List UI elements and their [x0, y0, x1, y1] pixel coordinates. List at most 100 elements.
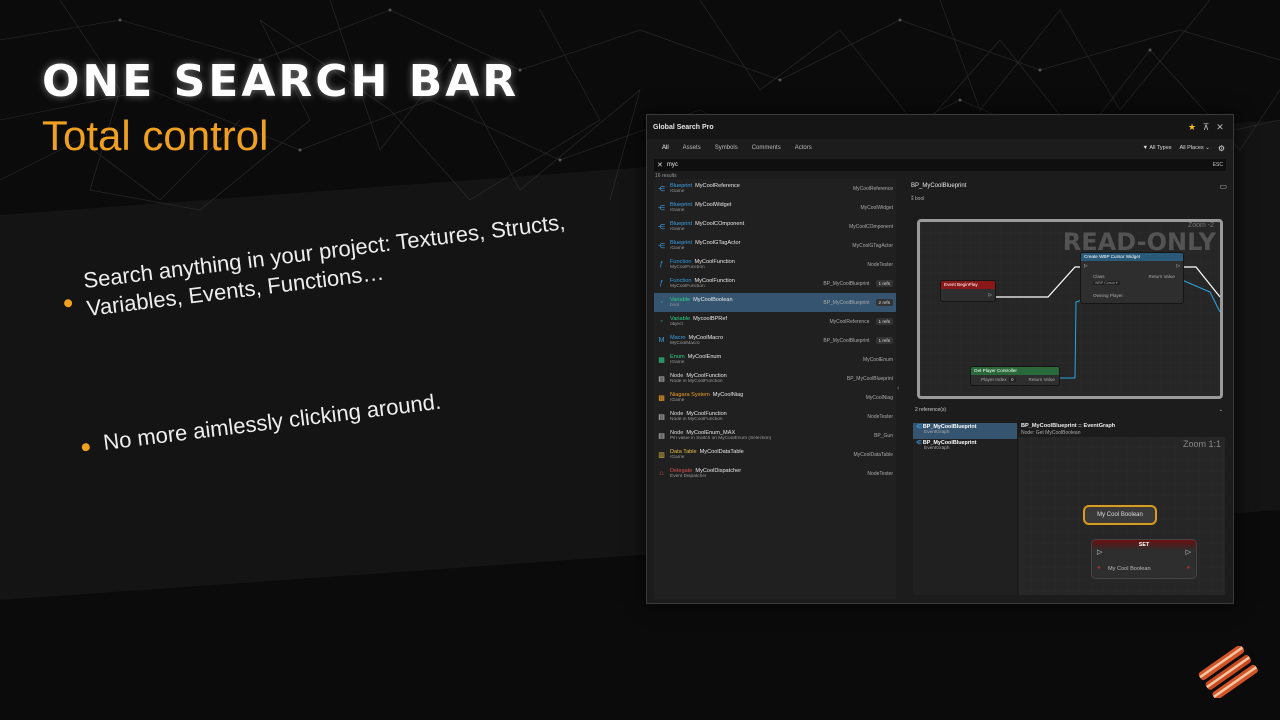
result-row[interactable]: ▤ Node MyCoolFunction Node in MyCoolFunctio… — [654, 407, 896, 426]
create-widget-node[interactable]: Create WBP Cursor Widget ▷ ▷ Class WBP C… — [1080, 252, 1184, 304]
blueprint-icon: ⋲ — [658, 185, 665, 193]
search-bar[interactable]: ✕ myc ESC — [654, 159, 1226, 171]
result-row[interactable]: ⋲ Blueprint MyCoolCOmponent/Game MyCoolCOmp… — [654, 217, 896, 236]
result-path: /Game — [670, 208, 685, 213]
place-filter-dropdown[interactable]: All Places ⌄ — [1180, 145, 1210, 151]
type-filter-dropdown[interactable]: ▼ All Types — [1143, 145, 1172, 151]
enum-icon: ▦ — [658, 356, 665, 364]
gear-icon[interactable]: ⚙ — [1218, 144, 1225, 153]
result-row[interactable]: ⋲ Blueprint MyCoolReference/Game MyCoolRefe… — [654, 179, 896, 198]
delegate-icon: ⌂ — [659, 470, 664, 477]
graph-preview[interactable]: READ-ONLY Zoom -2 Event BeginPlay ▷ Crea… — [917, 219, 1223, 399]
references-header[interactable]: 2 reference(s) ⌄ — [911, 405, 1227, 415]
reference-item[interactable]: ⋲ BP_MyCoolBlueprint EventGraph — [913, 423, 1017, 439]
result-text: Delegate MyCoolDispatcher Event Dispatcher — [670, 468, 863, 479]
exec-pin-icon: ▷ — [1097, 549, 1103, 556]
blueprint-icon: ⋲ — [658, 204, 665, 212]
blueprint-icon: ⋲ — [916, 424, 923, 430]
folder-icon[interactable]: ▭ — [1219, 182, 1227, 191]
result-row[interactable]: ▤ Node MyCoolFunction Node in MyCoolFunctio… — [654, 369, 896, 388]
get-player-controller-node[interactable]: Get Player Controller Player Index 0 Ret… — [970, 366, 1060, 386]
bullet-dot — [63, 298, 73, 308]
result-location: NodeTester — [867, 261, 893, 268]
result-path: Node in MyCoolFunction — [670, 379, 723, 384]
return-value-pin: Return Value — [1148, 274, 1175, 279]
reference-item[interactable]: ⋲ BP_MyCoolBlueprint EventGraph — [913, 439, 1017, 455]
close-icon[interactable]: ✕ — [1213, 122, 1227, 133]
result-row[interactable]: ▩ Niagara System MyCoolNiag/Game MyCoolNiag — [654, 388, 896, 407]
reference-graph: EventGraph — [924, 430, 950, 435]
result-path: Pin value in Switch on MyCoolEnum (Selec… — [670, 436, 772, 441]
result-path: /Game — [670, 455, 685, 460]
refs-badge[interactable]: 1 refs — [875, 337, 893, 344]
set-node-label: My Cool Boolean — [1108, 566, 1151, 572]
star-icon[interactable]: ★ — [1185, 122, 1199, 133]
filter-icon: ▼ — [1142, 145, 1149, 151]
result-name: MyCoolReference — [695, 183, 740, 189]
result-path: /Game — [670, 246, 685, 251]
node-icon: ▤ — [658, 375, 665, 383]
result-path: Event Dispatcher — [670, 474, 707, 479]
details-panel: BP_MyCoolBlueprint ▭ ⁑ bool READ-ONLY Zo… — [911, 179, 1227, 599]
node-title: Get Player Controller — [971, 367, 1059, 375]
place-filter-label: All Places — [1179, 145, 1204, 151]
result-location: NodeTester — [867, 470, 893, 477]
tab-all[interactable]: All — [655, 145, 676, 151]
player-index-pin: Player Index — [981, 377, 1007, 382]
result-location: BP_MyCoolBlueprint — [823, 337, 870, 344]
player-index-value[interactable]: 0 — [1009, 377, 1016, 382]
result-row[interactable]: ⋲ Blueprint MyCoolWidget/Game MyCoolWidget — [654, 198, 896, 217]
result-location: MyCoolReference — [829, 318, 870, 325]
reference-preview[interactable]: BP_MyCoolBlueprint :: EventGraph Node: G… — [1019, 423, 1225, 595]
result-row[interactable]: ⋲ Blueprint MyCoolGTagActor/Game MyCoolGTag… — [654, 236, 896, 255]
result-row[interactable]: M Macro MyCoolMacro MyCoolMacro BP_MyCoolBlu… — [654, 331, 896, 350]
window-titlebar[interactable]: Global Search Pro ★ ⊼ ✕ — [647, 115, 1233, 139]
bool-pin-icon: ● — [1097, 565, 1101, 571]
refs-badge[interactable]: 1 refs — [875, 318, 893, 325]
refs-badge[interactable]: 2 refs — [875, 299, 893, 306]
result-location: MyCoolNiag — [865, 394, 893, 401]
graph-zoom-label: Zoom -2 — [1187, 222, 1214, 229]
result-row[interactable]: ▥ Data Table MyCoolDataTable/Game MyCoolDat… — [654, 445, 896, 464]
result-name: MyCoolDataTable — [699, 449, 744, 455]
result-location: MyCoolGTagActor — [852, 242, 893, 249]
tab-actors[interactable]: Actors — [788, 145, 819, 151]
result-text: Node MyCoolFunction Node in MyCoolFunction — [670, 373, 843, 384]
result-text: Blueprint MyCoolGTagActor/Game — [670, 240, 848, 251]
preview-zoom-label: Zoom 1:1 — [1182, 439, 1221, 449]
search-tabs: All Assets Symbols Comments Actors ▼ All… — [647, 140, 1233, 156]
result-location: BP_Gun — [874, 432, 893, 439]
tab-comments[interactable]: Comments — [745, 145, 788, 151]
chevron-down-icon[interactable]: ⌄ — [1219, 407, 1223, 413]
details-type: ⁑ bool — [911, 196, 1227, 208]
pin-icon[interactable]: ⊼ — [1199, 122, 1213, 133]
global-search-window: Global Search Pro ★ ⊼ ✕ All Assets Symbo… — [646, 114, 1234, 604]
result-row[interactable]: ◦ Variable MyCoolBoolean bool BP_MyCoolBluep… — [654, 293, 896, 312]
node-title: Event BeginPlay — [941, 281, 995, 289]
node-icon: ▤ — [658, 413, 665, 421]
get-variable-node[interactable]: My Cool Boolean — [1083, 505, 1157, 525]
event-beginplay-node[interactable]: Event BeginPlay ▷ — [940, 280, 996, 302]
set-variable-node[interactable]: SET ▷ ▷ ● My Cool Boolean ● — [1091, 539, 1197, 579]
result-row[interactable]: ƒ Function MyCoolFunction MyCoolFunction Nod… — [654, 255, 896, 274]
result-path: /Game — [670, 227, 685, 232]
pc-return-pin: Return Value — [1028, 377, 1055, 382]
function-icon: ƒ — [659, 261, 664, 268]
result-row[interactable]: ▦ Enum MyCoolEnum/Game MyCoolEnum — [654, 350, 896, 369]
search-input[interactable]: myc — [667, 162, 1209, 168]
result-row[interactable]: ▤ Node MyCoolEnum_MAX Pin value in Switch o… — [654, 426, 896, 445]
result-row[interactable]: ⌂ Delegate MyCoolDispatcher Event Dispatche… — [654, 464, 896, 483]
result-location: MyCoolWidget — [860, 204, 893, 211]
splitter-handle-icon[interactable]: ‹ — [897, 385, 899, 392]
refs-badge[interactable]: 1 refs — [875, 280, 893, 287]
result-row[interactable]: ◦ Variable MycoolBPRef object MyCoolReferenc… — [654, 312, 896, 331]
result-location: BP_MyCoolBlueprint — [846, 375, 893, 382]
tab-symbols[interactable]: Symbols — [708, 145, 745, 151]
result-name: MyCoolCOmponent — [695, 221, 745, 227]
result-row[interactable]: ƒ Function MyCoolFunction MyCoolFunction BP_… — [654, 274, 896, 293]
tab-assets[interactable]: Assets — [676, 145, 708, 151]
clear-search-icon[interactable]: ✕ — [657, 161, 663, 169]
result-text: Variable MycoolBPRef object — [670, 316, 825, 327]
class-pin-value[interactable]: WBP Cursor ▾ — [1093, 281, 1120, 285]
slide-title: ONE SEARCH BAR — [42, 56, 520, 107]
